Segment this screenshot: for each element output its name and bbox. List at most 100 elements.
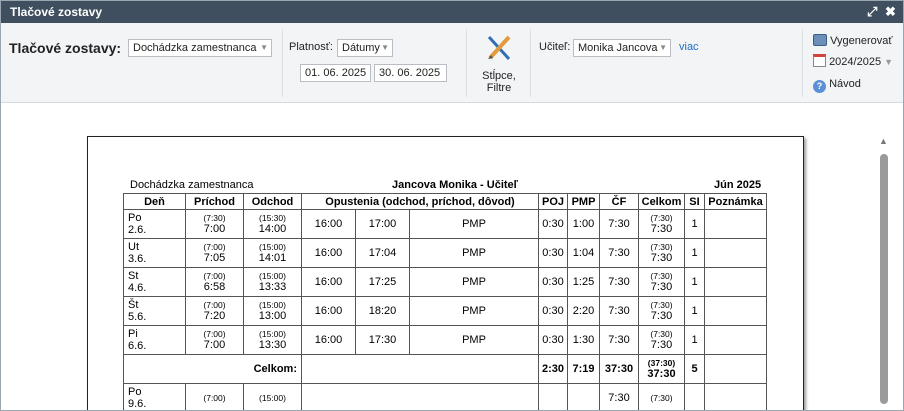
cf-cell: 7:30 xyxy=(599,296,639,326)
note-cell xyxy=(704,267,767,297)
poj-cell: 0:30 xyxy=(538,238,568,268)
total-pmp-cell: 7:19 xyxy=(567,354,600,384)
si-value: 1 xyxy=(691,218,698,230)
leave-out-time: 16:00 xyxy=(314,276,343,288)
day-date: 9.6. xyxy=(128,398,147,410)
total-planned: (7:30) xyxy=(650,393,673,403)
si-value: 1 xyxy=(691,334,698,346)
chevron-down-icon: ▼ xyxy=(260,43,268,52)
header-cell: Deň xyxy=(123,193,186,210)
total-actual: 7:30 xyxy=(650,339,673,351)
departure-planned: (15:00) xyxy=(259,329,286,339)
total-sum-cell: (37:30) 37:30 xyxy=(638,354,685,384)
departure-planned: (15:30) xyxy=(259,213,286,223)
leave-out-time: 16:00 xyxy=(314,247,343,259)
table-body: Po 2.6. (7:30) 7:00 (15:30) 14:00 16:00 17:00 PM… xyxy=(123,209,767,410)
si-value: 1 xyxy=(691,276,698,288)
leave-reason: PMP xyxy=(462,276,486,288)
total-row: Celkom: 2:30 7:19 37:30 (37:30) 37:30 5 xyxy=(123,354,767,384)
report-left-title: Dochádzka zamestnanca xyxy=(130,179,254,191)
arrival-planned: (7:00) xyxy=(203,242,226,252)
departure-planned: (15:00) xyxy=(259,242,286,252)
arrival-planned: (7:00) xyxy=(203,329,226,339)
teacher-select[interactable]: Monika Jancova ▼ xyxy=(573,39,671,57)
divider xyxy=(530,29,531,97)
departure-planned: (15:00) xyxy=(259,300,286,310)
day-cell: St 4.6. xyxy=(123,267,186,297)
validity-select[interactable]: Dátumy ▼ xyxy=(337,39,393,57)
day-name: Ut xyxy=(128,241,139,253)
si-cell xyxy=(684,383,705,410)
chevron-down-icon: ▼ xyxy=(659,43,667,52)
header-cell: Celkom xyxy=(638,193,685,210)
printer-icon xyxy=(813,34,827,46)
year-select[interactable]: 2024/2025 ▼ xyxy=(813,54,893,70)
total-actual: 7:30 xyxy=(650,223,673,235)
calendar-icon xyxy=(813,54,826,67)
total-cf: 37:30 xyxy=(604,363,634,375)
cf-value: 7:30 xyxy=(608,305,630,317)
help-link[interactable]: ? Návod xyxy=(813,76,861,93)
report-select[interactable]: Dochádzka zamestnanca ▼ xyxy=(128,39,272,57)
columns-filter-button[interactable]: Stĺpce, Filtre xyxy=(474,33,524,95)
si-cell: 1 xyxy=(684,325,705,355)
total-cell: (7:30) 7:30 xyxy=(638,209,685,239)
date-to-input[interactable]: 30. 06. 2025 xyxy=(374,64,447,82)
expand-icon[interactable]: ⤢ xyxy=(867,1,877,23)
vertical-scrollbar[interactable]: ▲ xyxy=(879,136,889,406)
departure-actual: 13:00 xyxy=(258,310,287,322)
departure-cell: (15:30) 14:00 xyxy=(243,209,302,239)
note-cell xyxy=(704,325,767,355)
pmp-value: 2:20 xyxy=(572,305,595,317)
header-cell: POJ xyxy=(538,193,568,210)
divider xyxy=(282,29,283,97)
divider xyxy=(802,29,803,97)
day-name: Pi xyxy=(128,328,138,340)
arrival-planned: (7:00) xyxy=(203,271,226,281)
report-page: Dochádzka zamestnanca Jancova Monika - U… xyxy=(87,136,804,410)
poj-value: 0:30 xyxy=(542,276,564,288)
day-name: Št xyxy=(128,299,139,311)
arrival-planned: (7:00) xyxy=(203,393,226,403)
table-header-row: Deň Príchod Odchod Opustenia (odchod, pr… xyxy=(123,193,767,210)
leave-reason: PMP xyxy=(462,334,486,346)
total-cell: (7:30) 7:30 xyxy=(638,325,685,355)
cf-cell: 7:30 xyxy=(599,209,639,239)
leave-out-cell: 16:00 xyxy=(301,209,356,239)
generate-button[interactable]: Vygenerovať xyxy=(813,33,893,49)
cf-value: 7:30 xyxy=(608,247,630,259)
leave-reason-cell: PMP xyxy=(409,267,539,297)
report-center-title: Jancova Monika - Učiteľ xyxy=(392,179,518,191)
year-select-value: 2024/2025 xyxy=(829,56,882,68)
window-title: Tlačové zostavy xyxy=(10,5,103,19)
date-from-input[interactable]: 01. 06. 2025 xyxy=(300,64,371,82)
total-cell: (7:30) 7:30 xyxy=(638,267,685,297)
departure-cell: (15:00) xyxy=(243,383,302,410)
more-link[interactable]: viac xyxy=(679,41,699,53)
leave-reason-cell: PMP xyxy=(409,325,539,355)
poj-value: 0:30 xyxy=(542,247,564,259)
leave-in-cell: 17:30 xyxy=(355,325,410,355)
si-cell: 1 xyxy=(684,267,705,297)
scrollbar-thumb[interactable] xyxy=(880,154,888,404)
day-cell: Po 9.6. xyxy=(123,383,186,410)
total-actual: 7:30 xyxy=(650,281,673,293)
leave-reason-cell: PMP xyxy=(409,209,539,239)
leave-empty-cell xyxy=(301,383,539,410)
pmp-cell: 1:25 xyxy=(567,267,600,297)
tools-icon xyxy=(487,35,511,61)
leave-in-time: 18:20 xyxy=(368,305,397,317)
departure-cell: (15:00) 13:30 xyxy=(243,325,302,355)
leave-in-time: 17:30 xyxy=(368,334,397,346)
poj-cell: 0:30 xyxy=(538,267,568,297)
leave-in-time: 17:00 xyxy=(368,218,397,230)
day-date: 2.6. xyxy=(128,224,147,236)
close-icon[interactable]: ✖ xyxy=(885,1,896,23)
validity-select-value: Dátumy xyxy=(342,42,380,54)
scroll-up-icon[interactable]: ▲ xyxy=(879,136,888,146)
total-si-cell: 5 xyxy=(684,354,705,384)
pmp-cell: 1:00 xyxy=(567,209,600,239)
pmp-value: 1:30 xyxy=(572,334,595,346)
si-value: 1 xyxy=(691,305,698,317)
total-planned: (7:30) xyxy=(650,242,673,252)
